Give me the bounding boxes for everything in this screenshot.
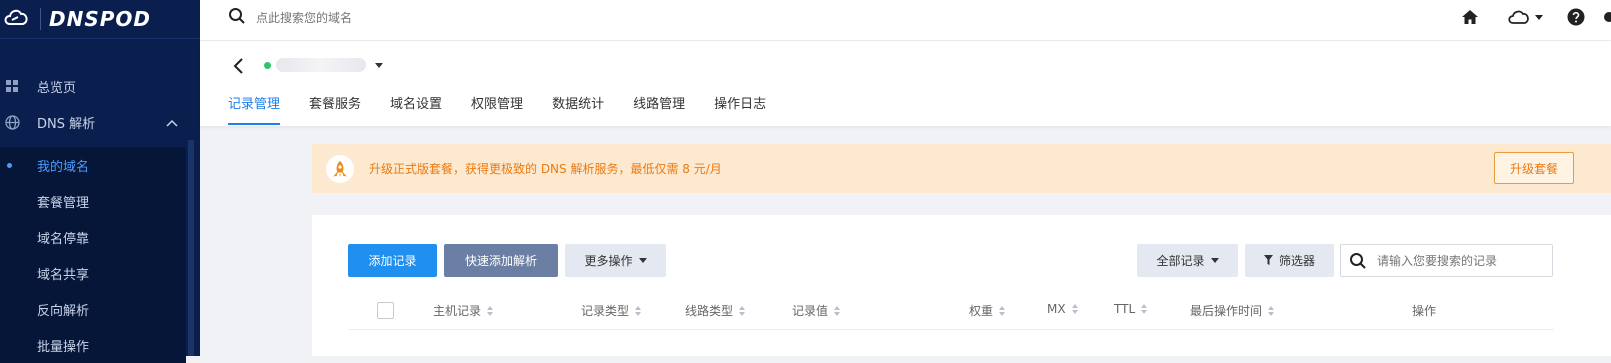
tab-permissions[interactable]: 权限管理 [471, 93, 523, 126]
active-dot [7, 163, 12, 168]
upgrade-notice: 升级正式版套餐，获得更极致的 DNS 解析服务，最低仅需 8 元/月 升级套餐 [312, 144, 1611, 193]
more-actions-button[interactable]: 更多操作 [565, 244, 666, 277]
sidebar-item-label: 总览页 [37, 80, 77, 96]
tab-line-management[interactable]: 线路管理 [633, 93, 685, 126]
search-icon[interactable] [228, 7, 246, 29]
column-label: 记录值 [792, 304, 829, 318]
domain-selector[interactable] [264, 58, 383, 72]
all-records-dropdown[interactable]: 全部记录 [1137, 244, 1238, 277]
column-line[interactable]: 线路类型 [685, 302, 746, 319]
chevron-down-icon [1535, 14, 1543, 20]
chevron-down-icon [1210, 258, 1219, 263]
brand-divider [40, 8, 41, 30]
sort-icon [1141, 304, 1148, 314]
back-arrow-icon[interactable] [230, 57, 248, 79]
sort-icon [487, 305, 494, 316]
brand[interactable]: DNSPOD [0, 0, 200, 39]
tab-domain-settings[interactable]: 域名设置 [390, 93, 442, 126]
help-icon[interactable] [1567, 8, 1585, 26]
sidebar: DNSPOD 总览页 DNS 解析 我的域名 套餐管理 域名停靠 域名共享 反向… [0, 0, 200, 363]
filter-label: 筛选器 [1278, 254, 1315, 268]
column-label: MX [1047, 302, 1066, 316]
notice-text: 升级正式版套餐，获得更极致的 DNS 解析服务，最低仅需 8 元/月 [369, 162, 722, 176]
sidebar-item-label: 域名共享 [37, 267, 90, 283]
column-type[interactable]: 记录类型 [581, 302, 642, 319]
column-host[interactable]: 主机记录 [433, 302, 494, 319]
filter-button[interactable]: 筛选器 [1245, 244, 1334, 277]
domain-header: 记录管理 套餐服务 域名设置 权限管理 数据统计 线路管理 操作日志 [200, 41, 1611, 126]
sort-icon [999, 305, 1006, 316]
domain-name [276, 58, 366, 72]
domain-status-dot [264, 61, 271, 69]
column-label: 主机记录 [433, 304, 482, 318]
column-label: 线路类型 [685, 304, 734, 318]
tab-operation-log[interactable]: 操作日志 [714, 93, 766, 126]
sidebar-item-overview[interactable]: 总览页 [0, 68, 200, 104]
sidebar-item-dns[interactable]: DNS 解析 [0, 104, 200, 140]
sidebar-item-reverse[interactable]: 反向解析 [0, 291, 186, 327]
column-label: 最后操作时间 [1190, 304, 1263, 318]
sidebar-item-label: 套餐管理 [37, 195, 90, 211]
column-mx[interactable]: MX [1047, 302, 1078, 316]
home-icon[interactable] [1461, 9, 1479, 25]
tab-package-service[interactable]: 套餐服务 [309, 93, 361, 126]
column-label: TTL [1114, 302, 1136, 316]
brand-logo-text: DNSPOD [49, 7, 152, 31]
column-weight[interactable]: 权重 [969, 302, 1006, 319]
table-header: 主机记录 记录类型 线路类型 记录值 权重 MX TTL 最后操作时间 操作 [348, 293, 1554, 330]
tab-records[interactable]: 记录管理 [228, 93, 281, 126]
sort-icon [739, 305, 746, 316]
sidebar-item-label: 域名停靠 [37, 231, 90, 247]
column-actions: 操作 [1412, 302, 1436, 319]
more-actions-label: 更多操作 [584, 254, 633, 268]
sidebar-item-label: 我的域名 [37, 159, 90, 175]
chevron-down-icon [375, 62, 383, 68]
sidebar-item-label: 批量操作 [37, 339, 90, 355]
filter-icon [1263, 254, 1273, 268]
sidebar-item-package[interactable]: 套餐管理 [0, 183, 186, 219]
column-ttl[interactable]: TTL [1114, 302, 1148, 316]
search-icon[interactable] [1349, 252, 1367, 270]
sidebar-item-batch[interactable]: 批量操作 [0, 327, 186, 363]
sort-icon [1268, 305, 1275, 316]
record-search-input[interactable] [1375, 252, 1549, 269]
sort-icon [1071, 304, 1078, 314]
record-search [1340, 244, 1553, 277]
sidebar-item-parking[interactable]: 域名停靠 [0, 219, 186, 255]
sidebar-scrollbar[interactable] [188, 140, 194, 356]
column-label: 权重 [969, 304, 994, 318]
domain-search [228, 7, 518, 29]
column-value[interactable]: 记录值 [792, 302, 841, 319]
cloud-logo-icon [2, 6, 32, 32]
more-icon[interactable] [1603, 8, 1611, 26]
records-card: 添加记录 快速添加解析 更多操作 全部记录 筛选器 主机记录 记录类型 线路类型… [312, 215, 1611, 356]
quick-add-button[interactable]: 快速添加解析 [444, 244, 558, 277]
upgrade-package-button[interactable]: 升级套餐 [1494, 152, 1574, 184]
sidebar-item-my-domains[interactable]: 我的域名 [0, 147, 186, 183]
sidebar-item-label: DNS 解析 [37, 116, 96, 132]
sort-icon [834, 305, 841, 316]
grid-icon [4, 78, 20, 94]
tab-statistics[interactable]: 数据统计 [552, 93, 604, 126]
rocket-icon [326, 154, 354, 183]
domain-search-input[interactable] [254, 10, 518, 26]
column-label: 记录类型 [581, 304, 630, 318]
select-all-checkbox[interactable] [377, 302, 394, 319]
column-label: 操作 [1412, 304, 1437, 318]
chevron-up-icon [166, 116, 178, 131]
top-bar [200, 0, 1611, 41]
domain-tabs: 记录管理 套餐服务 域名设置 权限管理 数据统计 线路管理 操作日志 [228, 93, 795, 126]
column-last-modified[interactable]: 最后操作时间 [1190, 302, 1275, 319]
all-records-label: 全部记录 [1156, 254, 1205, 268]
sidebar-item-label: 反向解析 [37, 303, 90, 319]
sidebar-item-sharing[interactable]: 域名共享 [0, 255, 186, 291]
top-icons [1461, 8, 1611, 26]
sort-icon [635, 305, 642, 316]
chevron-down-icon [638, 258, 647, 263]
cloud-menu-icon[interactable] [1507, 9, 1543, 25]
add-record-button[interactable]: 添加记录 [348, 244, 437, 277]
globe-icon [4, 114, 20, 130]
